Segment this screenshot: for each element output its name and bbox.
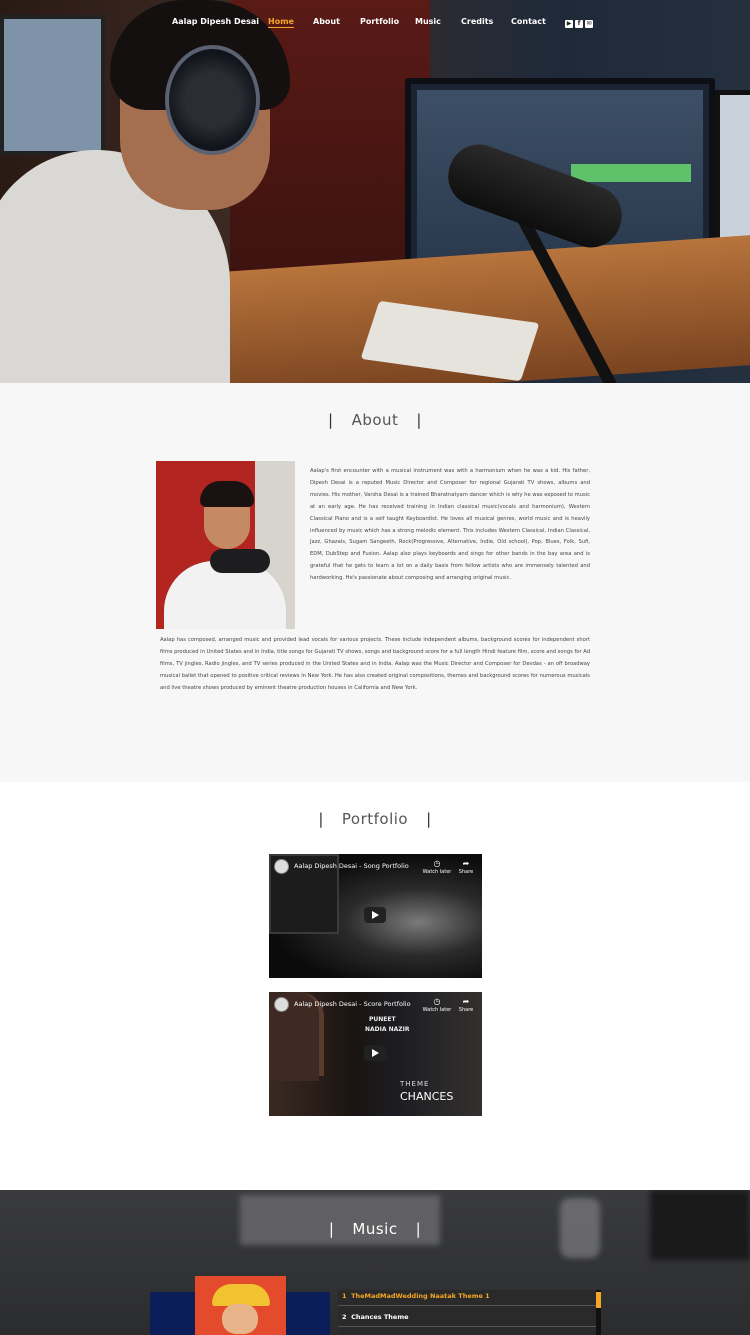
play-button[interactable]: [364, 907, 386, 923]
nav-music[interactable]: Music: [415, 17, 441, 26]
track-item[interactable]: 1 TheMadMadWedding Naatak Theme 1: [342, 1292, 490, 1300]
about-section: | About | Aalap's first encounter with a m…: [0, 383, 750, 782]
portfolio-section: | Portfolio | Aalap Dipesh Desai - Song Po…: [0, 782, 750, 1190]
music-title: Music: [352, 1220, 398, 1238]
tracklist: 1 TheMadMadWedding Naatak Theme 1 2 Chan…: [338, 1290, 601, 1335]
share-label: Share: [458, 1007, 474, 1013]
clock-icon: ◷: [433, 859, 441, 868]
video-score-portfolio[interactable]: Aalap Dipesh Desai - Score Portfolio ◷ Wa…: [269, 992, 482, 1116]
artist-photo: [156, 461, 295, 629]
facebook-icon[interactable]: f: [575, 20, 583, 28]
track-number: 1: [342, 1292, 347, 1300]
video-song-portfolio[interactable]: Aalap Dipesh Desai - Song Portfolio ◷ Wat…: [269, 854, 482, 978]
share-icon: ➦: [462, 997, 470, 1006]
track-number: 2: [342, 1313, 347, 1321]
about-heading: | About |: [328, 411, 422, 429]
channel-avatar[interactable]: [274, 997, 289, 1012]
music-section: | Music | 1 TheMadMadWedding Naatak Theme …: [0, 1190, 750, 1335]
tracklist-scrollbar[interactable]: [596, 1290, 601, 1335]
video-title[interactable]: Aalap Dipesh Desai - Song Portfolio: [294, 862, 409, 870]
share-button[interactable]: ➦ Share: [455, 997, 477, 1013]
nav-contact[interactable]: Contact: [511, 17, 546, 26]
nav-portfolio[interactable]: Portfolio: [360, 17, 399, 26]
brand-link[interactable]: Aalap Dipesh Desai: [172, 17, 259, 26]
about-paragraph-1: Aalap's first encounter with a musical i…: [310, 468, 590, 582]
hero-image: [0, 0, 750, 383]
track-divider: [338, 1326, 596, 1327]
youtube-icon[interactable]: ▶: [565, 20, 573, 28]
share-button[interactable]: ➦ Share: [455, 859, 477, 875]
clock-icon: ◷: [433, 997, 441, 1006]
music-heading: | Music |: [328, 1220, 422, 1238]
email-icon[interactable]: ✉: [585, 20, 593, 28]
video-overlay-chances: CHANCES: [400, 1090, 454, 1103]
share-icon: ➦: [462, 859, 470, 868]
track-name: TheMadMadWedding Naatak Theme 1: [351, 1292, 490, 1300]
social-links: ▶ f ✉: [565, 20, 593, 28]
nav-credits[interactable]: Credits: [461, 17, 493, 26]
video-overlay-theme: THEME: [400, 1080, 430, 1088]
scrollbar-thumb[interactable]: [596, 1292, 601, 1308]
nav-home[interactable]: Home: [268, 17, 294, 28]
watch-later-button[interactable]: ◷ Watch later: [422, 997, 452, 1013]
video-credit-2: NADIA NAZIR: [365, 1026, 410, 1033]
track-divider: [338, 1305, 596, 1306]
watch-later-label: Watch later: [422, 1007, 452, 1013]
watch-later-label: Watch later: [422, 869, 452, 875]
video-title[interactable]: Aalap Dipesh Desai - Score Portfolio: [294, 1000, 411, 1008]
track-item[interactable]: 2 Chances Theme: [342, 1313, 409, 1321]
top-navigation: Aalap Dipesh Desai Home About Portfolio …: [0, 17, 750, 33]
share-label: Share: [458, 869, 474, 875]
nav-about[interactable]: About: [313, 17, 340, 26]
play-button[interactable]: [364, 1045, 386, 1061]
portfolio-title: Portfolio: [341, 810, 409, 828]
watch-later-button[interactable]: ◷ Watch later: [422, 859, 452, 875]
portfolio-heading: | Portfolio |: [318, 810, 432, 828]
video-credit-1: PUNEET: [369, 1016, 396, 1023]
track-name: Chances Theme: [351, 1313, 409, 1321]
about-paragraph-2: Aalap has composed, arranged music and p…: [160, 637, 591, 691]
about-title: About: [351, 411, 399, 429]
channel-avatar[interactable]: [274, 859, 289, 874]
album-art: [150, 1276, 330, 1335]
